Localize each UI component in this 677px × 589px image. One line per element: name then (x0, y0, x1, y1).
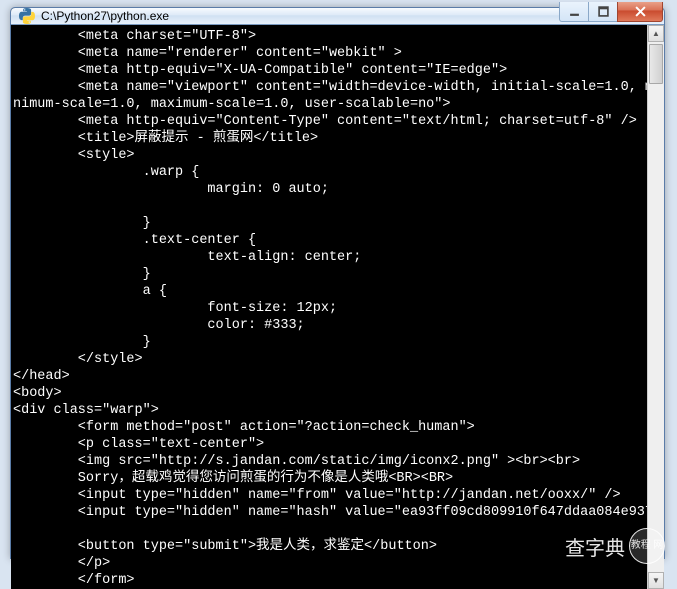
watermark-badge: 教程 网 (629, 528, 665, 564)
scroll-up-button[interactable]: ▲ (648, 25, 664, 42)
scroll-track[interactable] (648, 42, 664, 572)
close-button[interactable] (617, 2, 663, 22)
scroll-thumb[interactable] (649, 44, 663, 84)
minimize-button[interactable] (559, 2, 589, 22)
window-controls (560, 2, 663, 22)
window-title: C:\Python27\python.exe (41, 9, 560, 23)
python-icon (19, 8, 35, 24)
vertical-scrollbar[interactable]: ▲ ▼ (647, 25, 664, 589)
app-window: C:\Python27\python.exe <meta charset="UT… (10, 7, 665, 559)
titlebar[interactable]: C:\Python27\python.exe (11, 8, 664, 25)
console-output[interactable]: <meta charset="UTF-8"> <meta name="rende… (11, 25, 647, 589)
console-area: <meta charset="UTF-8"> <meta name="rende… (11, 25, 664, 589)
scroll-down-button[interactable]: ▼ (648, 572, 664, 589)
watermark: 查字典 教程 网 (565, 528, 665, 564)
maximize-button[interactable] (588, 2, 618, 22)
watermark-text: 查字典 (565, 532, 625, 561)
